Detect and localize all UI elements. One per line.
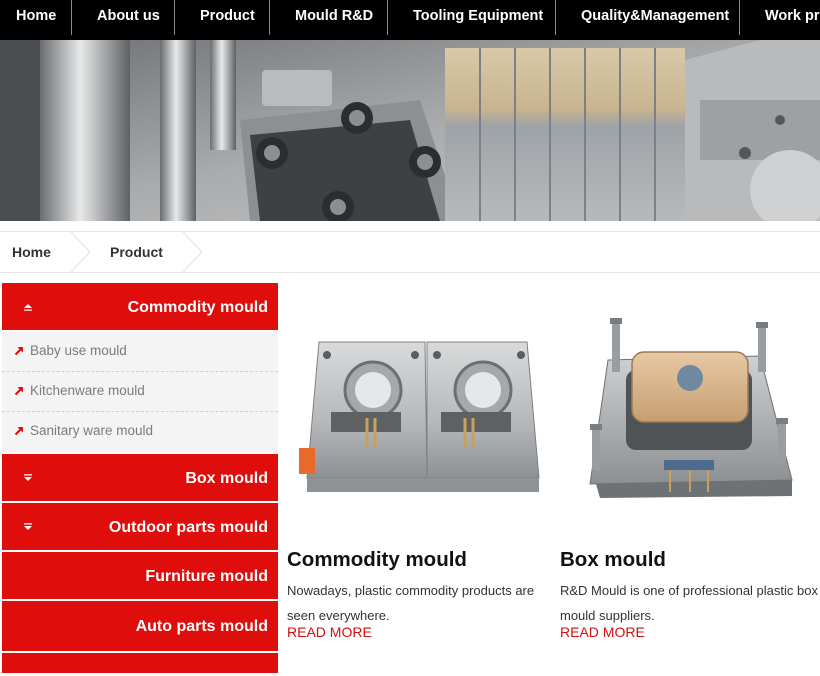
hero-banner <box>0 40 820 221</box>
nav-separator <box>269 0 270 35</box>
nav-home[interactable]: Home <box>16 0 56 40</box>
nav-separator <box>387 0 388 35</box>
top-nav: Home About us Product Mould R&D Tooling … <box>0 0 820 40</box>
category-label: Commodity mould <box>127 299 268 316</box>
product-description-line: Nowadays, plastic commodity products are <box>287 583 535 598</box>
breadcrumb-home[interactable]: Home <box>12 232 51 272</box>
category-sidebar: Commodity mould Baby use mould Kitchenwa… <box>2 283 278 673</box>
subcategory-label: Baby use mould <box>30 343 127 358</box>
nav-separator <box>174 0 175 35</box>
nav-work-process[interactable]: Work pro <box>765 0 820 40</box>
breadcrumb-chevron-icon <box>70 232 91 272</box>
nav-separator <box>555 0 556 35</box>
product-title[interactable]: Commodity mould <box>287 548 467 572</box>
category-label: Auto parts mould <box>135 618 268 635</box>
nav-product[interactable]: Product <box>200 0 255 40</box>
commodity-mould-image[interactable] <box>287 300 547 520</box>
breadcrumb-chevron-icon <box>182 232 203 272</box>
read-more-link[interactable]: READ MORE <box>287 624 372 640</box>
collapse-arrow-icon[interactable] <box>22 302 34 312</box>
category-auto-parts-mould[interactable]: Auto parts mould <box>2 601 278 653</box>
category-label: Furniture mould <box>145 568 268 585</box>
category-label: Outdoor parts mould <box>108 519 268 536</box>
nav-about-us[interactable]: About us <box>97 0 160 40</box>
red-arrow-icon <box>14 347 23 356</box>
category-furniture-mould[interactable]: Furniture mould <box>2 552 278 601</box>
nav-quality-management[interactable]: Quality&Management <box>581 0 729 40</box>
expand-arrow-icon[interactable] <box>22 522 34 532</box>
product-title[interactable]: Box mould <box>560 548 666 572</box>
read-more-link[interactable]: READ MORE <box>560 624 645 640</box>
nav-tooling-equipment[interactable]: Tooling Equipment <box>413 0 543 40</box>
subcategory-list: Baby use mould Kitchenware mould Sanitar… <box>2 332 278 454</box>
category-box-mould[interactable]: Box mould <box>2 454 278 503</box>
red-arrow-icon <box>14 387 23 396</box>
breadcrumb: Home Product <box>0 231 820 273</box>
subcategory-sanitary-ware-mould[interactable]: Sanitary ware mould <box>2 412 278 452</box>
mould-banner-image <box>0 40 820 221</box>
subcategory-label: Sanitary ware mould <box>30 423 154 438</box>
red-arrow-icon <box>14 427 23 436</box>
subcategory-kitchenware-mould[interactable]: Kitchenware mould <box>2 372 278 412</box>
category-outdoor-parts-mould[interactable]: Outdoor parts mould <box>2 503 278 552</box>
product-description: Nowadays, plastic commodity products are… <box>287 578 549 628</box>
expand-arrow-icon[interactable] <box>22 473 34 483</box>
category-label: Box mould <box>185 470 268 487</box>
nav-separator <box>71 0 72 35</box>
product-description: R&D Mould is one of professional plastic… <box>560 578 820 628</box>
product-description-line: R&D Mould is one of professional plastic… <box>560 583 818 598</box>
category-commodity-mould[interactable]: Commodity mould <box>2 283 278 332</box>
breadcrumb-product[interactable]: Product <box>110 232 163 272</box>
subcategory-label: Kitchenware mould <box>30 383 145 398</box>
nav-separator <box>739 0 740 35</box>
subcategory-baby-use-mould[interactable]: Baby use mould <box>2 332 278 372</box>
category-more[interactable] <box>2 653 278 673</box>
box-mould-image[interactable] <box>560 300 820 520</box>
nav-mould-rd[interactable]: Mould R&D <box>295 0 373 40</box>
